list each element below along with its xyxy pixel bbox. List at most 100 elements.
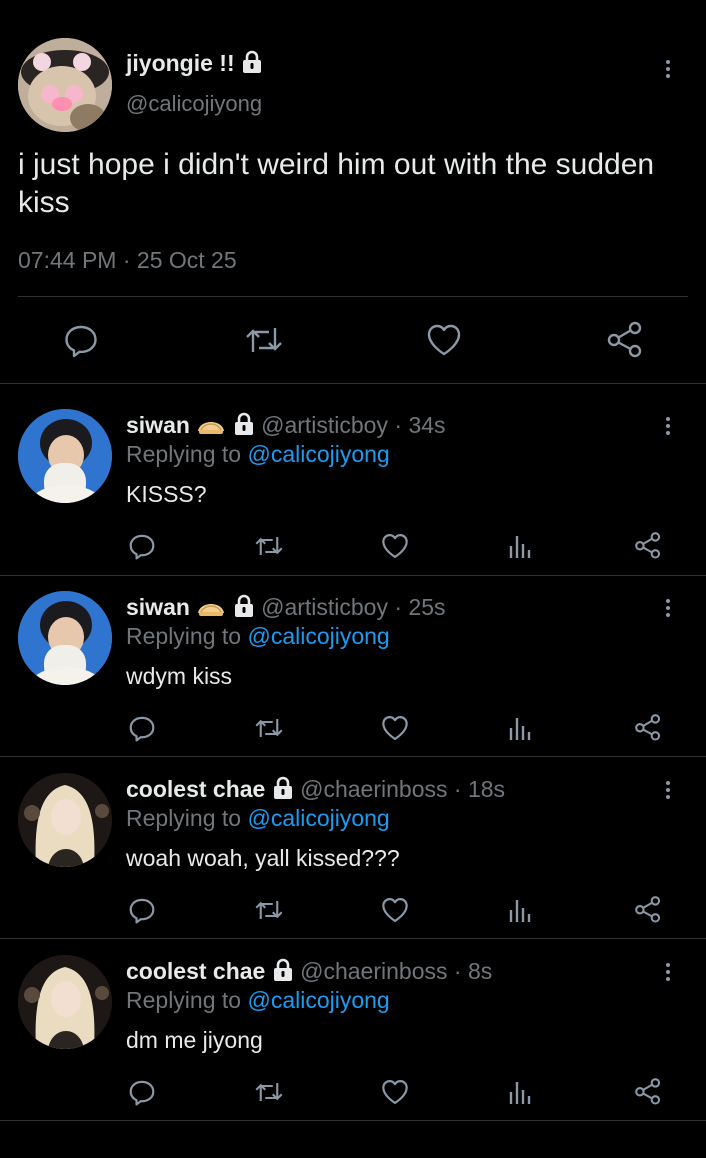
share-button[interactable] <box>634 1077 662 1105</box>
reply-text: KISSS? <box>126 481 207 507</box>
views-icon <box>509 536 531 558</box>
share-button[interactable] <box>634 895 662 923</box>
mention-link[interactable]: @calicojiyong <box>247 623 389 649</box>
views-icon <box>509 718 531 740</box>
like-button[interactable] <box>381 1078 409 1106</box>
like-button[interactable] <box>381 896 409 924</box>
dumpling-emoji-icon <box>198 422 225 434</box>
reply-header: coolest chae @chaerinboss · 8s <box>126 958 492 985</box>
handle[interactable]: @calicojiyong <box>126 91 262 117</box>
lock-icon <box>243 50 262 73</box>
tweet-date: 25 Oct 25 <box>136 247 237 273</box>
reply-header: coolest chae @chaerinboss · 18s <box>126 776 505 803</box>
more-vertical-icon[interactable] <box>658 411 678 441</box>
reply-button[interactable] <box>128 1078 156 1106</box>
share-icon <box>635 896 661 923</box>
reply-icon <box>129 898 155 924</box>
tweet-time: 07:44 PM <box>18 247 117 273</box>
retweet-icon <box>255 1083 283 1101</box>
heart-icon <box>382 534 408 558</box>
replying-to: Replying to @calicojiyong <box>126 987 390 1013</box>
share-button[interactable] <box>634 713 662 741</box>
lock-icon <box>234 594 253 617</box>
reply-button[interactable] <box>128 532 156 560</box>
replying-to: Replying to @calicojiyong <box>126 623 390 649</box>
retweet-button[interactable] <box>254 1078 284 1106</box>
reply-icon <box>65 325 97 358</box>
avatar[interactable] <box>18 591 112 685</box>
share-button[interactable] <box>606 320 644 358</box>
lock-icon <box>273 958 292 981</box>
retweet-icon <box>255 719 283 737</box>
views-button[interactable] <box>508 532 534 560</box>
share-icon <box>635 1078 661 1105</box>
display-name[interactable]: siwan <box>126 594 190 620</box>
handle[interactable]: @artisticboy <box>261 594 388 620</box>
dot-separator: · <box>453 776 462 802</box>
views-icon <box>509 1082 531 1104</box>
share-icon <box>607 321 642 358</box>
reply-button[interactable] <box>128 714 156 742</box>
avatar[interactable] <box>18 38 112 132</box>
reply-icon <box>129 1080 155 1106</box>
display-name[interactable]: coolest chae <box>126 958 265 984</box>
reply-time: 18s <box>467 776 506 802</box>
avatar[interactable] <box>18 409 112 503</box>
more-vertical-icon[interactable] <box>658 775 678 805</box>
display-name[interactable]: jiyongie !! <box>126 50 263 77</box>
more-vertical-icon[interactable] <box>658 957 678 987</box>
reply-time: 25s <box>408 594 446 620</box>
handle[interactable]: @artisticboy <box>261 412 388 438</box>
like-button[interactable] <box>381 714 409 742</box>
retweet-button[interactable] <box>244 322 284 358</box>
reply-button[interactable] <box>63 322 99 358</box>
retweet-icon <box>255 537 283 555</box>
heart-icon <box>427 324 461 356</box>
replying-to: Replying to @calicojiyong <box>126 805 390 831</box>
reply-button[interactable] <box>128 896 156 924</box>
display-name[interactable]: siwan <box>126 412 190 438</box>
display-name[interactable]: coolest chae <box>126 776 265 802</box>
views-button[interactable] <box>508 896 534 924</box>
views-button[interactable] <box>508 1078 534 1106</box>
heart-icon <box>382 716 408 740</box>
retweet-icon <box>255 901 283 919</box>
reply-text: dm me jiyong <box>126 1027 263 1053</box>
tweet-meta: 07:44 PM · 25 Oct 25 <box>18 247 237 274</box>
reply-header: siwan @artisticboy · 34s <box>126 412 446 439</box>
like-button[interactable] <box>426 322 462 358</box>
reply-text: woah woah, yall kissed??? <box>126 845 400 871</box>
handle[interactable]: @chaerinboss <box>300 776 447 802</box>
mention-link[interactable]: @calicojiyong <box>247 441 389 467</box>
meta-separator: · <box>122 247 131 273</box>
reply-time: 8s <box>467 958 493 984</box>
reply-icon <box>129 716 155 742</box>
share-button[interactable] <box>634 531 662 559</box>
mention-link[interactable]: @calicojiyong <box>247 805 389 831</box>
lock-icon <box>234 412 253 435</box>
retweet-icon <box>246 328 282 352</box>
replying-to: Replying to @calicojiyong <box>126 441 390 467</box>
tweet-text: i just hope i didn't weird him out with … <box>18 148 655 219</box>
more-vertical-icon[interactable] <box>658 593 678 623</box>
views-icon <box>509 900 531 922</box>
mention-link[interactable]: @calicojiyong <box>247 987 389 1013</box>
retweet-button[interactable] <box>254 714 284 742</box>
views-button[interactable] <box>508 714 534 742</box>
retweet-button[interactable] <box>254 896 284 924</box>
lock-icon <box>273 776 292 799</box>
share-icon <box>635 714 661 741</box>
reply-tweet[interactable]: siwan @artisticboy · 25s Replying to @ca… <box>0 566 706 757</box>
avatar[interactable] <box>18 955 112 1049</box>
reply-tweet[interactable]: siwan @artisticboy · 34s Replying to @ca… <box>0 384 706 576</box>
more-vertical-icon[interactable] <box>658 54 678 84</box>
divider <box>0 1120 706 1121</box>
retweet-button[interactable] <box>254 532 284 560</box>
like-button[interactable] <box>381 532 409 560</box>
dot-separator: · <box>453 958 462 984</box>
reply-tweet[interactable]: coolest chae @chaerinboss · 8s Replying … <box>0 930 706 1121</box>
avatar[interactable] <box>18 773 112 867</box>
dot-separator: · <box>394 412 403 438</box>
reply-tweet[interactable]: coolest chae @chaerinboss · 18s Replying… <box>0 748 706 939</box>
handle[interactable]: @chaerinboss <box>300 958 447 984</box>
